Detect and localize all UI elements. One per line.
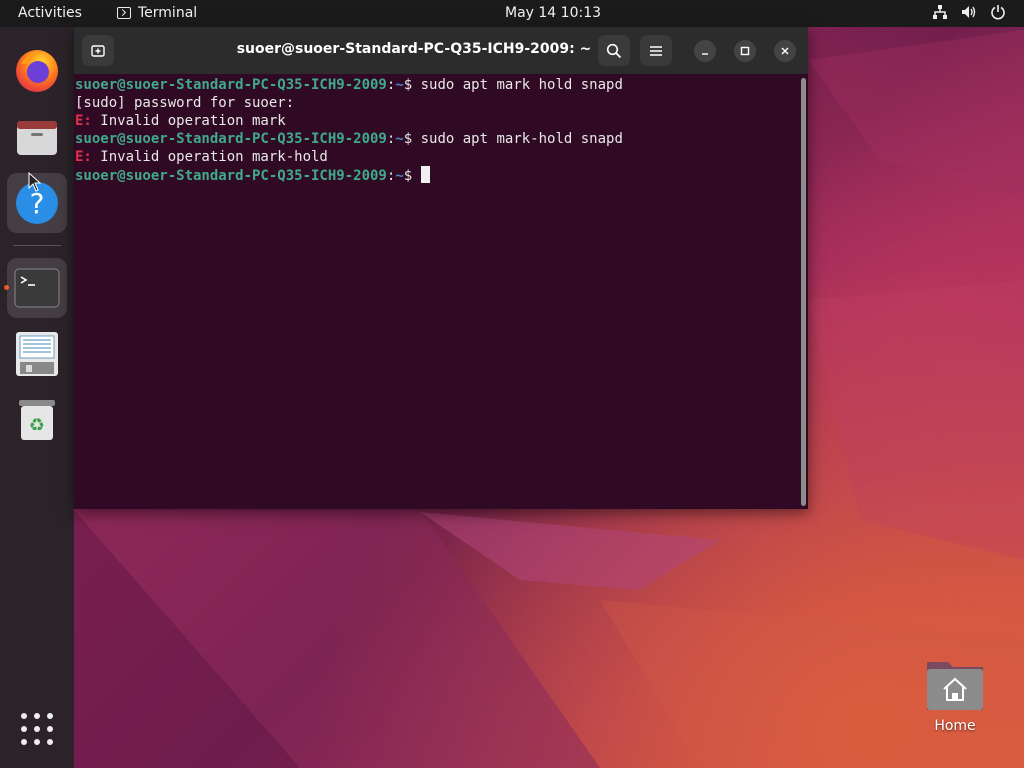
show-apps-icon[interactable] [21,713,53,745]
power-icon [991,5,1005,20]
top-bar: Activities Terminal May 14 10:13 [0,0,1024,27]
terminal-line: suoer@suoer-Standard-PC-Q35-ICH9-2009:~$… [75,131,623,147]
terminal-window[interactable]: suoer@suoer-Standard-PC-Q35-ICH9-2009: ~ [74,27,808,509]
minimize-icon [702,53,708,55]
terminal-lines: suoer@suoer-Standard-PC-Q35-ICH9-2009:~$… [75,76,623,184]
desktop-home-folder[interactable] [922,656,988,716]
clock[interactable]: May 14 10:13 [505,5,601,21]
volume-icon [962,6,976,18]
app-menu[interactable]: Terminal [117,5,197,21]
terminal-scrollbar[interactable] [801,78,806,506]
terminal-line: [sudo] password for suoer: [75,95,295,111]
dock-separator [13,245,61,246]
terminal-line: suoer@suoer-Standard-PC-Q35-ICH9-2009:~$ [75,166,623,184]
system-tray[interactable] [932,4,1006,20]
terminal-output[interactable]: suoer@suoer-Standard-PC-Q35-ICH9-2009:~$… [74,74,808,509]
text-cursor [420,166,430,183]
window-title: suoer@suoer-Standard-PC-Q35-ICH9-2009: ~ [236,41,592,57]
firefox-icon [16,50,58,92]
close-button[interactable] [774,40,796,62]
terminal-line: suoer@suoer-Standard-PC-Q35-ICH9-2009:~$… [75,77,623,93]
trash-icon: ♻ [19,400,55,440]
dock: ? ♻ [0,27,74,768]
search-icon [606,43,622,58]
app-menu-label: Terminal [138,5,198,21]
home-folder-icon [927,662,983,710]
hamburger-menu-button[interactable] [640,35,672,66]
files-icon [17,121,57,155]
dock-terminal[interactable] [7,258,67,318]
terminal-line: E: Invalid operation mark [75,113,286,129]
text-editor-icon [16,332,58,376]
terminal-icon [14,268,60,308]
terminal-line: E: Invalid operation mark-hold [75,149,328,165]
new-tab-icon [91,44,105,57]
network-icon [933,5,947,19]
search-button[interactable] [598,35,630,66]
terminal-titlebar[interactable]: suoer@suoer-Standard-PC-Q35-ICH9-2009: ~ [74,27,808,74]
desktop-home-label: Home [934,718,976,734]
new-tab-button[interactable] [82,35,114,66]
terminal-small-icon [117,7,131,19]
minimize-button[interactable] [694,40,716,62]
dock-firefox[interactable] [7,40,67,100]
hamburger-icon [650,45,662,56]
maximize-icon [740,46,750,56]
activities-button[interactable]: Activities [18,5,82,21]
mouse-pointer-icon [28,172,42,192]
dock-files[interactable] [7,107,67,167]
maximize-button[interactable] [734,40,756,62]
dock-text-editor[interactable] [7,324,67,384]
svg-text:♻: ♻ [29,415,45,436]
close-icon [781,47,789,55]
dock-trash[interactable]: ♻ [7,390,67,450]
